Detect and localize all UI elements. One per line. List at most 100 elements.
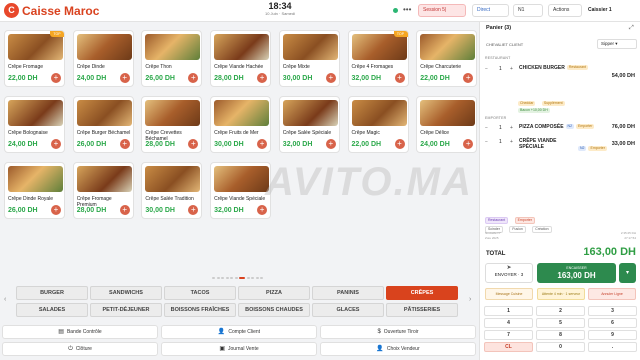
n1-button[interactable]: N1: [513, 4, 543, 17]
client-label[interactable]: CHEVALIET CLIENT: [486, 42, 523, 47]
direct-mode-button[interactable]: Direct: [472, 4, 509, 17]
product-price: 22,00 DH: [351, 141, 382, 148]
add-icon[interactable]: +: [51, 73, 61, 83]
product-card[interactable]: Crêpe Fruits de Mer 30,00 DH +: [210, 96, 272, 153]
merge-chip[interactable]: Fusion: [509, 226, 526, 233]
product-card[interactable]: Crêpe Crevettes Béchamel 28,00 DH +: [141, 96, 203, 153]
keypad-key[interactable]: CL: [484, 342, 533, 352]
add-icon[interactable]: +: [394, 73, 405, 83]
category-tab[interactable]: PETIT-DÉJEUNER: [90, 303, 162, 317]
more-icon[interactable]: •••: [403, 5, 411, 15]
category-tab[interactable]: PANINIS: [312, 286, 384, 300]
sipper-button[interactable]: Sipper ▾: [597, 39, 637, 49]
chevron-down-icon[interactable]: ▾: [619, 263, 636, 283]
product-price: 24,00 DH: [76, 75, 107, 82]
send-button[interactable]: ➤ ENVOYER · 3: [485, 263, 533, 283]
product-card[interactable]: Crêpe Délice 24,00 DH +: [416, 96, 478, 153]
keypad-key[interactable]: 4: [484, 318, 533, 328]
action-button[interactable]: $ Ouverture Tiroir: [320, 325, 476, 339]
add-icon[interactable]: +: [463, 73, 474, 83]
plus-icon[interactable]: +: [510, 66, 513, 72]
add-icon[interactable]: +: [188, 139, 199, 149]
keypad-key[interactable]: 5: [536, 318, 585, 328]
category-tab[interactable]: SALADES: [16, 303, 88, 317]
action-button[interactable]: 👤 Compte Client: [161, 325, 317, 339]
category-next-icon[interactable]: ›: [469, 296, 471, 303]
cash-button[interactable]: ENCAISSER 163,00 DH: [537, 263, 616, 283]
product-card[interactable]: Crêpe Viande Hachée 28,00 DH +: [210, 30, 272, 87]
cart-line[interactable]: − 1 + CHICKEN BURGER Restaurant 54,00 DH: [485, 65, 637, 79]
cancel-line-button[interactable]: Annuler Ligne: [588, 288, 636, 300]
minus-icon[interactable]: −: [485, 66, 488, 72]
product-card[interactable]: Crêpe Bolognaise 24,00 DH +: [4, 96, 65, 153]
cashier-label[interactable]: Caissier 1: [588, 7, 612, 13]
product-card[interactable]: Crêpe Viande Spéciale 32,00 DH +: [210, 162, 272, 219]
product-card[interactable]: Crêpe Mixte 30,00 DH +: [278, 30, 340, 87]
product-card[interactable]: Crêpe Thon 26,00 DH +: [141, 30, 203, 87]
category-tab[interactable]: TACOS: [164, 286, 236, 300]
keypad-key[interactable]: 8: [536, 330, 585, 340]
plus-icon[interactable]: +: [510, 139, 513, 145]
product-card[interactable]: Crêpe Dinde 24,00 DH +: [72, 30, 134, 87]
grid-pager[interactable]: [212, 277, 268, 297]
add-icon[interactable]: +: [463, 139, 474, 149]
actions-button[interactable]: Actions: [548, 4, 582, 17]
product-price: 26,00 DH: [76, 141, 107, 148]
add-icon[interactable]: +: [325, 139, 336, 149]
add-icon[interactable]: +: [119, 139, 130, 149]
action-button[interactable]: ▤ Bande Contrôle: [2, 325, 158, 339]
add-icon[interactable]: +: [257, 73, 268, 83]
session-button[interactable]: Session 5|: [418, 4, 466, 17]
plus-icon[interactable]: +: [510, 125, 513, 131]
add-icon[interactable]: +: [188, 73, 199, 83]
action-button[interactable]: ▣ Journal Vente: [161, 342, 317, 356]
action-button[interactable]: 👤 Choix Vendeur: [320, 342, 476, 356]
expand-icon[interactable]: ⤢: [629, 25, 634, 32]
product-card[interactable]: Crêpe Charcuterie 22,00 DH +: [416, 30, 478, 87]
product-card[interactable]: Crêpe Salée Tradition 30,00 DH +: [141, 162, 203, 219]
keypad-key[interactable]: 2: [536, 306, 585, 316]
add-icon[interactable]: +: [257, 139, 268, 149]
action-button[interactable]: ⏻ Clôture: [2, 342, 158, 356]
category-tab[interactable]: BOISSONS FRAÎCHES: [164, 303, 236, 317]
category-tab[interactable]: SANDWICHS: [90, 286, 162, 300]
product-card[interactable]: Crêpe Magic 22,00 DH +: [347, 96, 409, 153]
category-prev-icon[interactable]: ‹: [4, 296, 6, 303]
minus-icon[interactable]: −: [485, 139, 488, 145]
category-tab[interactable]: BURGER: [16, 286, 88, 300]
add-icon[interactable]: +: [51, 139, 61, 149]
keypad-key[interactable]: .: [588, 342, 637, 352]
keypad-key[interactable]: 1: [484, 306, 533, 316]
add-icon[interactable]: +: [394, 139, 405, 149]
top-bar: C Caisse Maroc 18:34 10 Juin · Samedi ••…: [0, 0, 640, 22]
category-tab[interactable]: CRÊPES: [386, 286, 458, 300]
waiting-button[interactable]: Attente 4 min · 1 serveur: [537, 288, 585, 300]
cart-line[interactable]: − 1 + PIZZA COMPOSÉE N2 Emporter 76,00 DH: [485, 124, 637, 134]
product-card[interactable]: TOP Crêpe Fromage 22,00 DH +: [4, 30, 65, 87]
add-icon[interactable]: +: [119, 73, 130, 83]
add-icon[interactable]: +: [325, 73, 336, 83]
minus-icon[interactable]: −: [485, 125, 488, 131]
create-chip[interactable]: Création: [532, 226, 552, 233]
keypad-key[interactable]: 0: [536, 342, 585, 352]
add-icon[interactable]: +: [257, 205, 268, 215]
keypad-key[interactable]: 9: [588, 330, 637, 340]
add-icon[interactable]: +: [119, 205, 130, 215]
category-tab[interactable]: PIZZA: [238, 286, 310, 300]
add-icon[interactable]: +: [188, 205, 199, 215]
cart-line[interactable]: − 1 + CRÊPE VIANDE SPÉCIALE N2 Emporter 3…: [485, 138, 637, 152]
product-card[interactable]: TOP Crêpe 4 Fromages 32,00 DH +: [347, 30, 409, 87]
category-tab[interactable]: BOISSONS CHAUDES: [238, 303, 310, 317]
product-card[interactable]: Crêpe Dinde Royale 26,00 DH +: [4, 162, 65, 219]
product-card[interactable]: Crêpe Burger Béchamel 26,00 DH +: [72, 96, 134, 153]
add-icon[interactable]: +: [51, 205, 61, 215]
keypad-key[interactable]: 7: [484, 330, 533, 340]
product-card[interactable]: Crêpe Fromage Premium 28,00 DH +: [72, 162, 134, 219]
keypad-key[interactable]: 6: [588, 318, 637, 328]
category-tab[interactable]: PÂTISSERIES: [386, 303, 458, 317]
kitchen-message-button[interactable]: Message Cuisine: [485, 288, 533, 300]
product-card[interactable]: Crêpe Salée Spéciale 32,00 DH +: [278, 96, 340, 153]
keypad-key[interactable]: 3: [588, 306, 637, 316]
product-price: 32,00 DH: [214, 207, 244, 214]
category-tab[interactable]: GLACES: [312, 303, 384, 317]
